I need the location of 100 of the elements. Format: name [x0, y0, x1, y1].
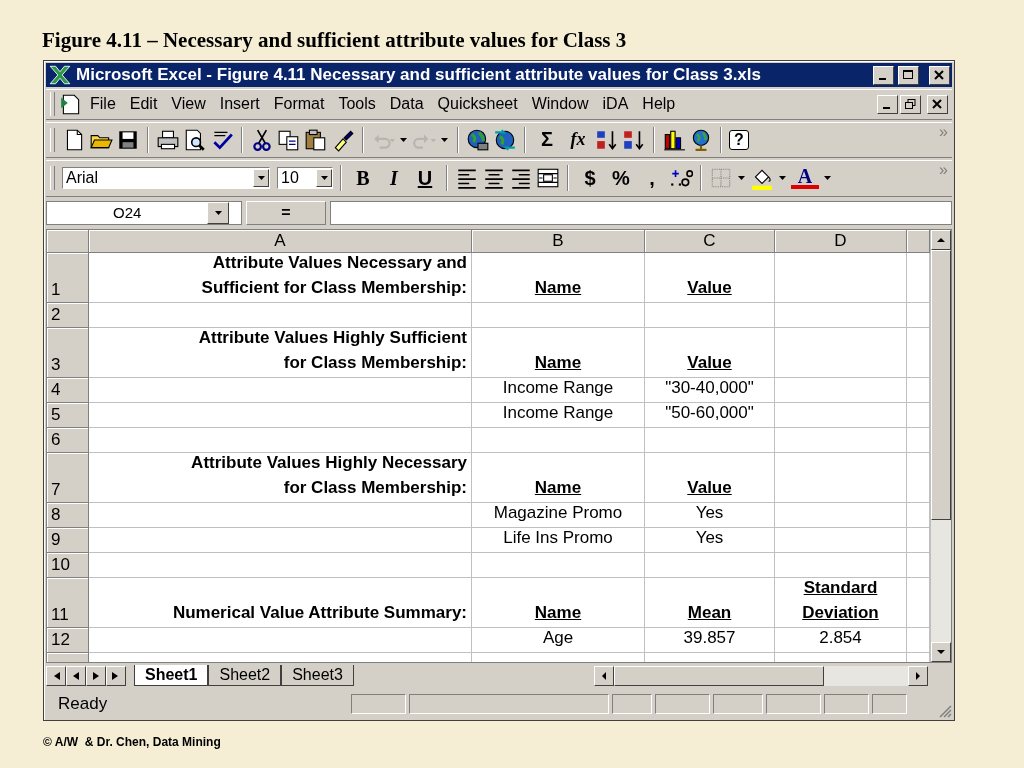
- table-cell: Name: [472, 453, 645, 504]
- status-text: Ready: [57, 693, 109, 714]
- table-cell: Value: [645, 328, 775, 379]
- menu-item[interactable]: Window: [524, 93, 596, 116]
- table-cell: Mean: [645, 578, 775, 629]
- row-header[interactable]: 9: [47, 528, 89, 554]
- row-header[interactable]: 4: [47, 378, 89, 404]
- menu-item[interactable]: Format: [266, 93, 332, 116]
- row-header[interactable]: 7: [47, 453, 89, 504]
- menu-item[interactable]: iDA: [595, 93, 636, 116]
- name-box[interactable]: O24: [46, 200, 242, 225]
- row-header[interactable]: 1: [47, 253, 89, 304]
- caret-icon[interactable]: [779, 176, 786, 181]
- row-header[interactable]: 2: [47, 303, 89, 329]
- table-cell: Magazine Promo: [472, 503, 645, 529]
- sheet-tab[interactable]: Sheet2: [208, 665, 282, 687]
- magnifier-page-icon[interactable]: [183, 127, 207, 152]
- caret-icon[interactable]: [738, 176, 745, 181]
- globe-icon[interactable]: [466, 127, 490, 152]
- minimize-icon: [879, 78, 886, 80]
- caret-icon[interactable]: [441, 137, 448, 142]
- scrollbar-thumb[interactable]: [931, 250, 951, 521]
- menu-item[interactable]: Edit: [122, 93, 165, 116]
- select-all-corner[interactable]: [47, 230, 89, 254]
- bold-button[interactable]: B: [349, 166, 377, 190]
- table-cell: Age: [472, 628, 645, 654]
- menu-item[interactable]: View: [164, 93, 213, 116]
- scroll-left-button[interactable]: [594, 665, 614, 686]
- font-dropdown[interactable]: Arial: [62, 167, 270, 190]
- column-header[interactable]: C: [645, 230, 775, 254]
- percent-button[interactable]: %: [607, 166, 635, 190]
- caret-icon[interactable]: [824, 176, 831, 181]
- close-button[interactable]: [929, 65, 950, 85]
- row-header[interactable]: 8: [47, 503, 89, 529]
- column-header[interactable]: A: [89, 230, 472, 254]
- table-cell: Attribute Values Necessary and Sufficient for Class Membership:: [89, 253, 472, 304]
- table-cell: Life Ins Promo: [472, 528, 645, 554]
- menu-item[interactable]: Insert: [212, 93, 267, 116]
- menu-item[interactable]: Quicksheet: [430, 93, 525, 116]
- resize-grip-icon[interactable]: [938, 704, 952, 718]
- close-icon: [932, 99, 943, 110]
- comma-button[interactable]: ,: [638, 166, 666, 190]
- window-title: Microsoft Excel - Figure 4.11 Necessary and sufficient attribute values for Class 3.xls: [76, 65, 762, 85]
- row-header[interactable]: 10: [47, 553, 89, 579]
- equals-button[interactable]: =: [246, 200, 326, 225]
- sheet-tab[interactable]: Sheet1: [134, 665, 209, 687]
- scroll-down-button[interactable]: [931, 642, 951, 663]
- menu-item[interactable]: Tools: [331, 93, 383, 116]
- dropdown-caret-icon[interactable]: [214, 210, 222, 215]
- row-header[interactable]: 3: [47, 328, 89, 379]
- row-header[interactable]: 12: [47, 628, 89, 654]
- scrollbar-thumb[interactable]: [614, 665, 824, 686]
- font-size-dropdown[interactable]: 10: [277, 167, 333, 190]
- sheet-tab[interactable]: Sheet3: [281, 665, 354, 687]
- last-sheet-button[interactable]: [106, 665, 126, 686]
- horizontal-scrollbar[interactable]: [594, 665, 928, 686]
- slide-title: Figure 4.11 – Necessary and sufficient attribute values for Class 3: [41, 27, 628, 54]
- status-panel: [713, 693, 763, 714]
- row-header[interactable]: 6: [47, 428, 89, 454]
- italic-button[interactable]: I: [380, 166, 408, 190]
- help-button[interactable]: ?: [729, 129, 749, 150]
- table-cell: Attribute Values Highly Sufficient for Class Membership:: [89, 328, 472, 379]
- column-header[interactable]: [907, 230, 930, 254]
- globe-arrows-icon[interactable]: [493, 127, 517, 152]
- column-header[interactable]: D: [775, 230, 907, 254]
- scroll-up-button[interactable]: [931, 230, 951, 251]
- underline-button[interactable]: U: [411, 166, 439, 190]
- table-cell: 2.854: [775, 628, 907, 654]
- status-panel: [612, 693, 652, 714]
- vertical-scrollbar[interactable]: [930, 230, 951, 663]
- maximize-icon: [903, 70, 914, 80]
- previous-sheet-button[interactable]: [66, 665, 86, 686]
- menu-item[interactable]: Help: [635, 93, 683, 116]
- row-header[interactable]: 11: [47, 578, 89, 629]
- table-cell: Income Range: [472, 403, 645, 429]
- minimize-button[interactable]: [877, 94, 898, 114]
- maximize-button[interactable]: [898, 65, 919, 85]
- scroll-right-button[interactable]: [908, 665, 928, 686]
- minimize-button[interactable]: [873, 65, 894, 85]
- table-cell: "50-60,000": [645, 403, 775, 429]
- formula-field[interactable]: [330, 200, 952, 225]
- font-color-button[interactable]: A: [791, 167, 819, 190]
- clipboard-icon[interactable]: [304, 127, 328, 152]
- next-sheet-button[interactable]: [86, 665, 106, 686]
- function-button[interactable]: fx: [564, 129, 592, 151]
- menu-item[interactable]: File: [83, 93, 123, 116]
- sum-button[interactable]: Σ: [533, 128, 561, 152]
- triangle-icon: [600, 671, 608, 680]
- scissors-icon[interactable]: [250, 127, 274, 152]
- currency-button[interactable]: $: [576, 166, 604, 190]
- table-cell: 39.857: [645, 628, 775, 654]
- menu-item[interactable]: Data: [382, 93, 431, 116]
- restore-button[interactable]: [900, 94, 921, 114]
- column-header[interactable]: B: [472, 230, 645, 254]
- dropdown-caret-icon[interactable]: [320, 176, 328, 181]
- caret-icon[interactable]: [400, 137, 407, 142]
- row-header[interactable]: 5: [47, 403, 89, 429]
- first-sheet-button[interactable]: [46, 665, 66, 686]
- dropdown-caret-icon[interactable]: [257, 176, 265, 181]
- close-button[interactable]: [927, 94, 948, 114]
